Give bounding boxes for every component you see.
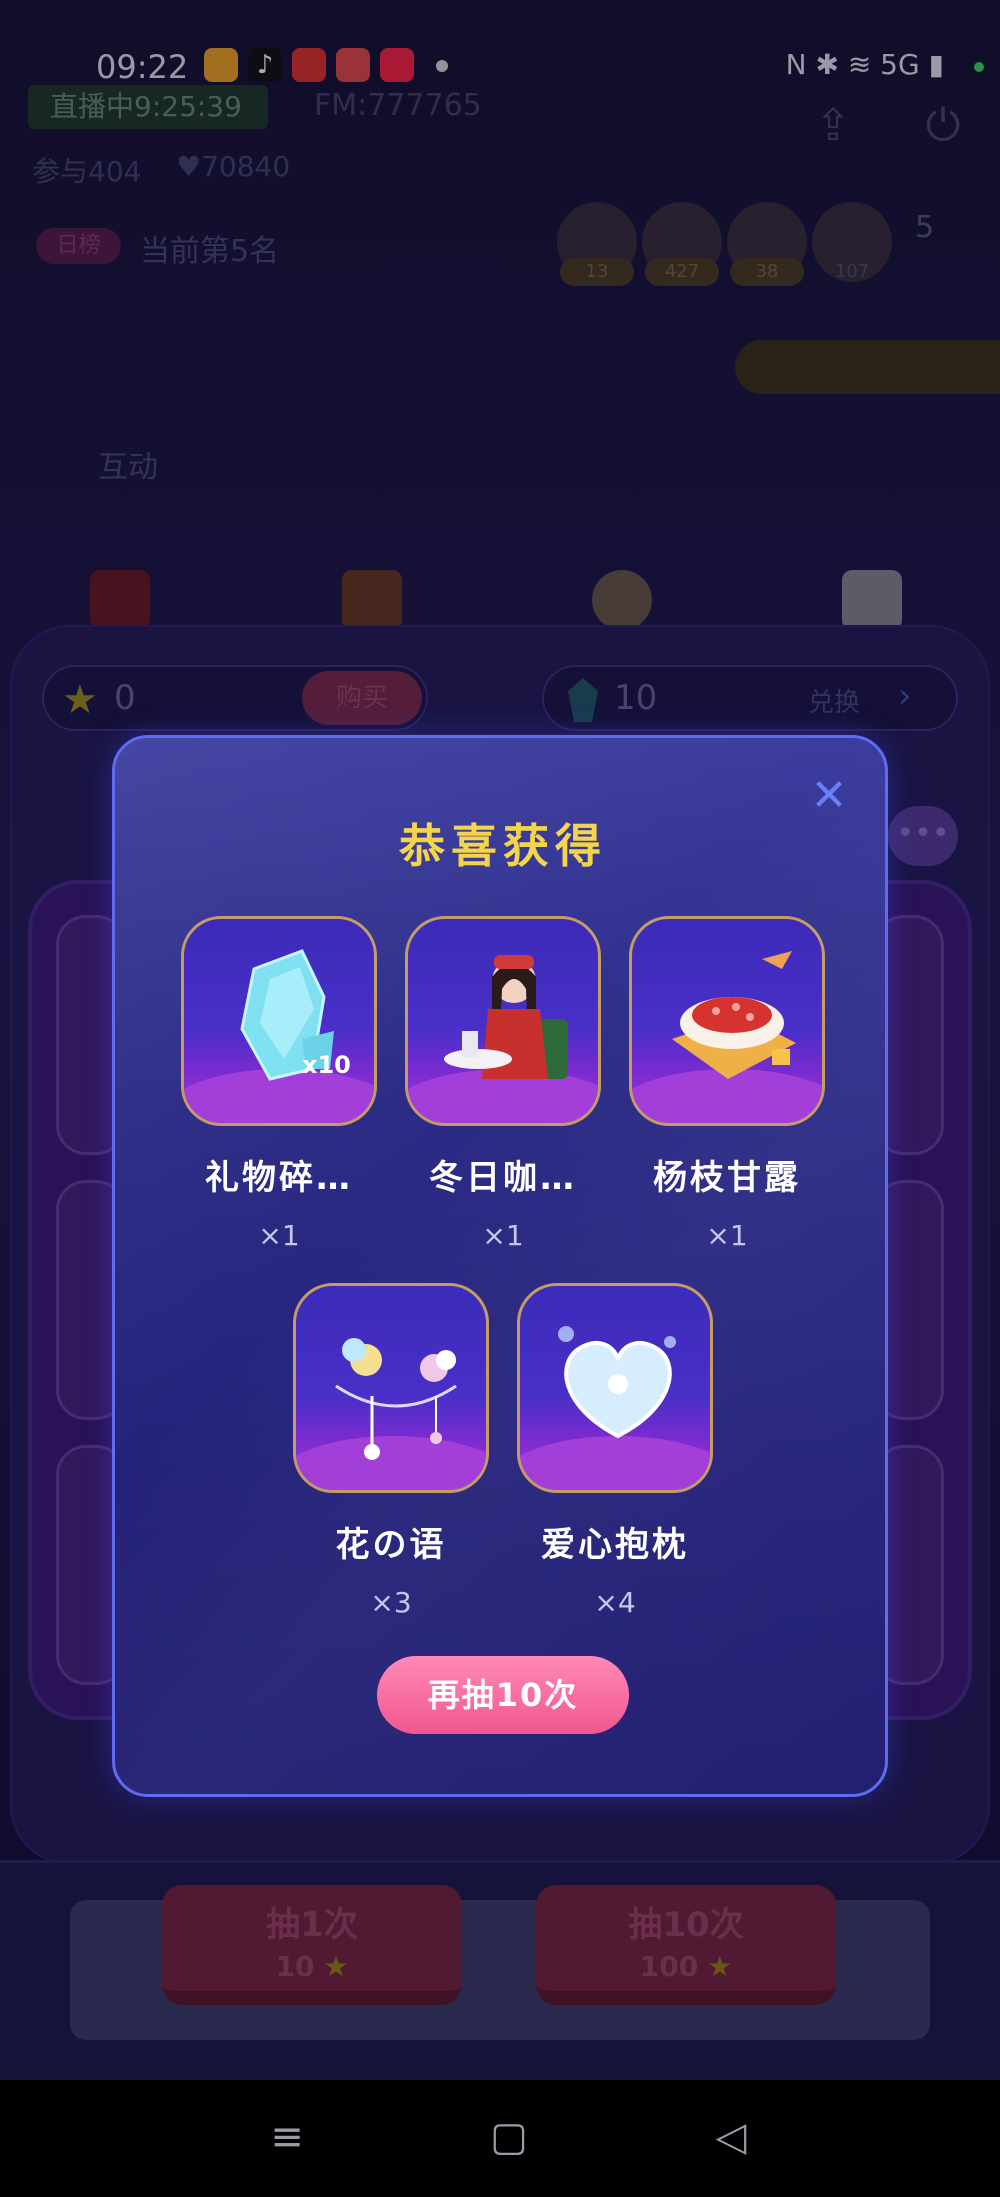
prize-name: 冬日咖… [429, 1158, 577, 1198]
dialog-title: 恭喜获得 [399, 819, 607, 873]
heart-pillow-icon [558, 1326, 676, 1439]
prize-name: 礼物碎… [205, 1158, 353, 1198]
prize-quantity: ×1 [706, 1219, 748, 1252]
prize-quantity: ×3 [370, 1586, 412, 1619]
prize-item[interactable]: 花の语 ×3 [293, 1283, 489, 1619]
prize-count-badge: x10 [302, 1051, 351, 1079]
reward-dialog: ✕ 恭喜获得 x10 礼物碎… ×1 冬日咖… ×1 杨枝甘露 ×1 花の语 ×… [112, 735, 888, 1797]
prize-item[interactable]: x10 礼物碎… ×1 [181, 916, 377, 1252]
prize-quantity: ×4 [594, 1586, 636, 1619]
prize-card [293, 1283, 489, 1493]
winter-coffee-girl-icon [444, 955, 568, 1079]
prize-item[interactable]: 冬日咖… ×1 [405, 916, 601, 1252]
mango-dessert-icon [672, 951, 796, 1079]
prize-quantity: ×1 [258, 1219, 300, 1252]
menu-icon[interactable]: ≡ [262, 2112, 312, 2162]
back-triangle-icon[interactable]: ◁ [706, 2112, 756, 2162]
prize-card: x10 [181, 916, 377, 1126]
prize-card [405, 916, 601, 1126]
home-square-icon[interactable]: ▢ [484, 2112, 534, 2162]
prize-quantity: ×1 [482, 1219, 524, 1252]
prize-card [629, 916, 825, 1126]
flower-chain-icon [335, 1338, 457, 1460]
prize-card [517, 1283, 713, 1493]
prize-name: 杨枝甘露 [653, 1158, 801, 1198]
prize-name: 爱心抱枕 [541, 1525, 689, 1565]
prize-item[interactable]: 杨枝甘露 ×1 [629, 916, 825, 1252]
prize-name: 花の语 [335, 1525, 447, 1565]
draw-ten-again-button[interactable]: 再抽10次 [377, 1656, 629, 1734]
crystal-shard-icon [240, 949, 334, 1081]
prize-item[interactable]: 爱心抱枕 ×4 [517, 1283, 713, 1619]
